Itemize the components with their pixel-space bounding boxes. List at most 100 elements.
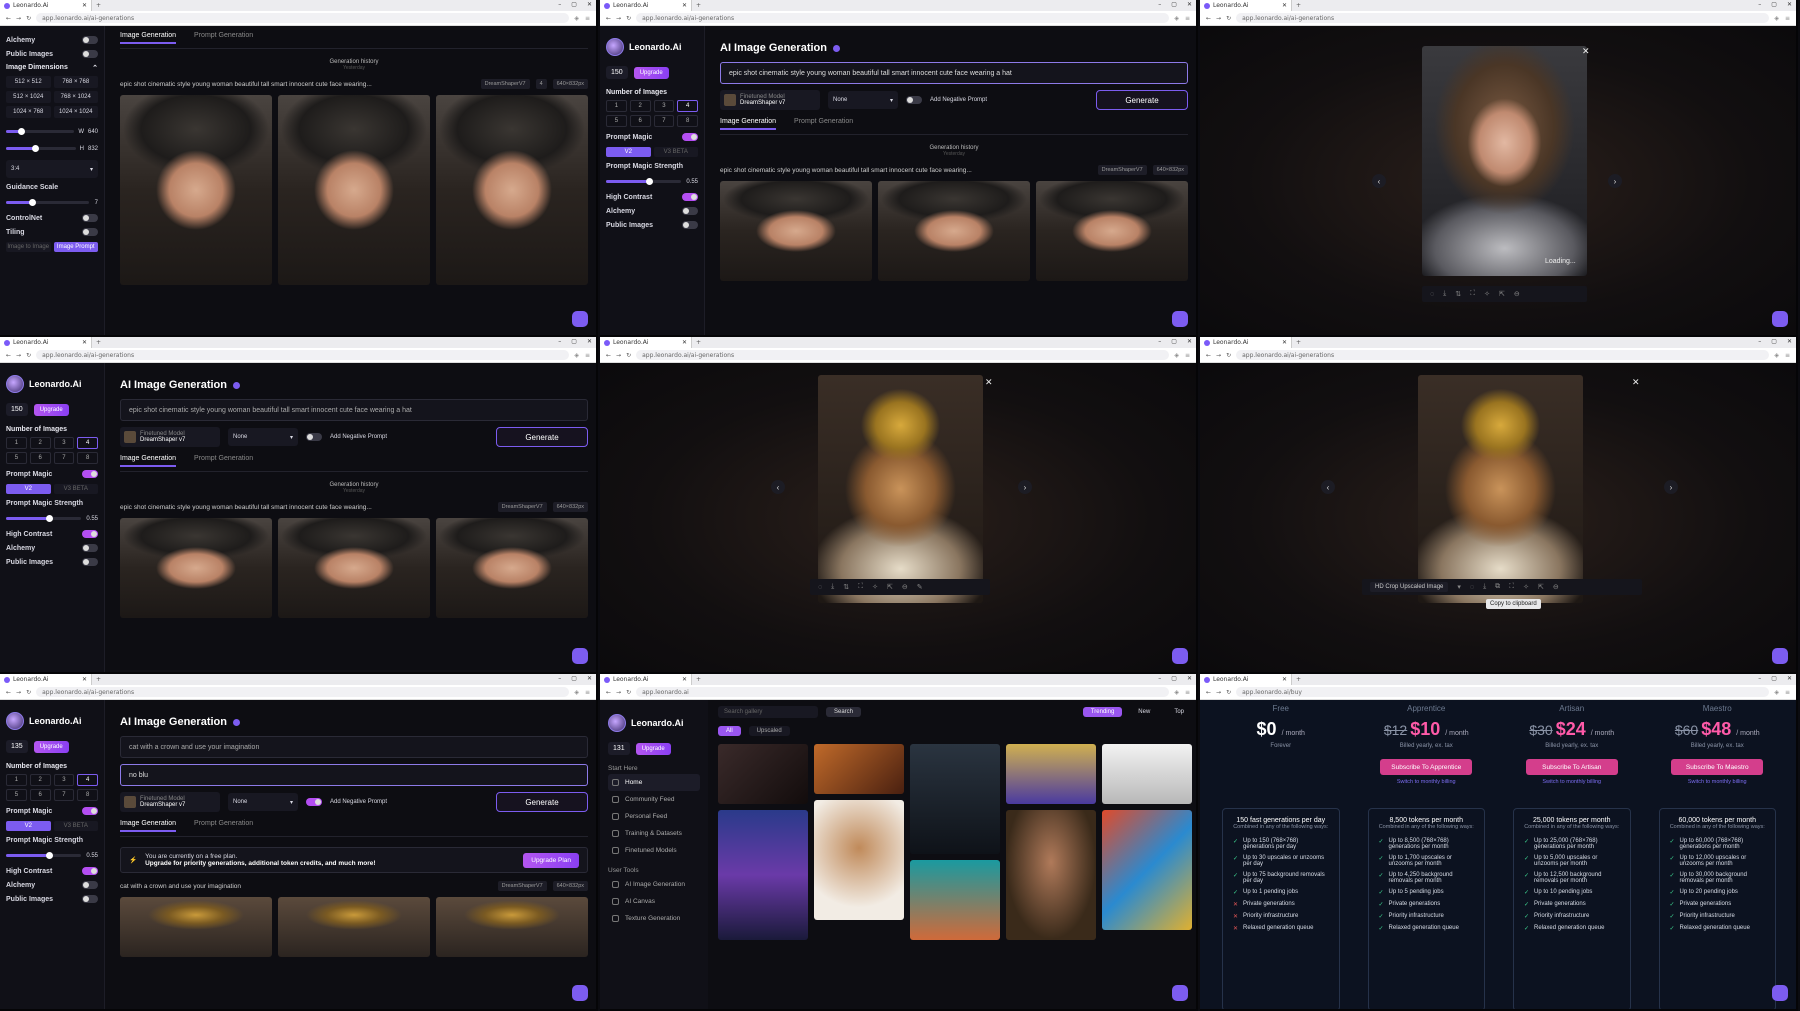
tab-prompt-generation[interactable]: Prompt Generation <box>194 32 253 44</box>
reload-icon[interactable]: ↻ <box>26 15 31 22</box>
num-option[interactable]: 5 <box>606 115 627 127</box>
extension-icon[interactable]: ◈ <box>574 15 579 22</box>
tab-prompt-generation[interactable]: Prompt Generation <box>794 118 853 130</box>
width-value[interactable]: 640 <box>88 129 98 135</box>
dim-option[interactable]: 768 × 768 <box>53 76 98 88</box>
generated-image[interactable] <box>278 518 430 618</box>
next-arrow-icon[interactable]: › <box>1664 480 1678 494</box>
maximize-icon[interactable]: ▢ <box>1771 1 1777 8</box>
next-arrow-icon[interactable]: › <box>1608 174 1622 188</box>
num-option[interactable]: 1 <box>6 774 27 786</box>
public-images-toggle[interactable] <box>82 558 98 566</box>
menu-icon[interactable]: ≡ <box>1185 689 1190 696</box>
url-field[interactable]: app.leonardo.ai/ai-generations <box>1236 13 1770 23</box>
public-images-toggle[interactable] <box>82 50 98 58</box>
minimize-icon[interactable]: – <box>1158 338 1161 345</box>
num-option[interactable]: 8 <box>77 452 98 464</box>
switch-billing-link[interactable]: Switch to monthly billing <box>1505 779 1639 785</box>
download-icon[interactable]: ⤓ <box>1483 583 1486 591</box>
menu-icon[interactable]: ≡ <box>585 15 590 22</box>
browser-tab[interactable]: Leonardo.Ai ✕ <box>1200 0 1292 11</box>
minimize-icon[interactable]: – <box>1758 338 1761 345</box>
preset-select[interactable]: None ▾ <box>828 91 898 109</box>
gallery-image[interactable] <box>718 810 808 940</box>
extension-icon[interactable]: ◈ <box>1174 352 1179 359</box>
model-selector[interactable]: Finetuned Model DreamShaper v7 <box>120 792 220 812</box>
previous-arrow-icon[interactable]: ‹ <box>1372 174 1386 188</box>
filter-all[interactable]: All <box>718 726 741 736</box>
maximize-icon[interactable]: ▢ <box>1171 1 1177 8</box>
magic-icon[interactable]: ✧ <box>1484 290 1490 298</box>
num-option[interactable]: 6 <box>29 452 51 464</box>
url-field[interactable]: app.leonardo.ai/ai-generations <box>636 13 1170 23</box>
reload-icon[interactable]: ↻ <box>1226 689 1231 696</box>
brand-logo[interactable]: Leonardo.Ai <box>608 714 700 732</box>
close-tab-icon[interactable]: ✕ <box>1282 676 1287 683</box>
gallery-image[interactable] <box>814 800 904 920</box>
unzoom-icon[interactable]: ⊖ <box>1514 290 1520 298</box>
tab-prompt-generation[interactable]: Prompt Generation <box>194 820 253 832</box>
alchemy-toggle[interactable] <box>82 881 98 889</box>
gallery-image[interactable] <box>814 744 904 794</box>
top-tab[interactable]: Top <box>1166 707 1192 717</box>
dim-option[interactable]: 768 × 1024 <box>53 91 98 103</box>
upgrade-button[interactable]: Upgrade <box>33 403 69 416</box>
back-icon[interactable]: ← <box>606 15 611 22</box>
close-icon[interactable]: ✕ <box>1632 377 1640 388</box>
close-tab-icon[interactable]: ✕ <box>1282 2 1287 9</box>
dim-option[interactable]: 1024 × 768 <box>6 106 51 118</box>
extension-icon[interactable]: ◈ <box>1774 15 1779 22</box>
download-icon[interactable]: ⤓ <box>1443 290 1446 298</box>
upscale-icon[interactable]: ⇱ <box>887 583 893 591</box>
num-option[interactable]: 1 <box>6 437 27 449</box>
tiling-toggle[interactable] <box>82 228 98 236</box>
upscale-icon[interactable]: ⇱ <box>1538 583 1544 591</box>
upgrade-button[interactable]: Upgrade <box>635 742 671 755</box>
height-slider[interactable] <box>6 145 76 152</box>
info-icon[interactable] <box>232 718 240 726</box>
close-icon[interactable]: ✕ <box>985 377 993 388</box>
menu-icon[interactable]: ≡ <box>1185 352 1190 359</box>
image-to-image-tab[interactable]: Image to Image <box>6 242 51 252</box>
upgrade-plan-button[interactable]: Upgrade Plan <box>523 852 579 868</box>
gallery-image[interactable] <box>1102 744 1192 804</box>
upgrade-button[interactable]: Upgrade <box>633 66 669 79</box>
remove-bg-icon[interactable]: ◌ <box>1470 584 1474 591</box>
prompt-input[interactable]: epic shot cinematic style young woman be… <box>720 62 1188 84</box>
url-field[interactable]: app.leonardo.ai/buy <box>1236 687 1770 697</box>
nav-ai-image-generation[interactable]: AI Image Generation <box>608 876 700 893</box>
menu-icon[interactable]: ≡ <box>585 352 590 359</box>
reload-icon[interactable]: ↻ <box>1226 352 1231 359</box>
subscribe-apprentice-button[interactable]: Subscribe To Apprentice <box>1380 759 1473 775</box>
forward-icon[interactable]: → <box>1216 15 1221 22</box>
public-images-toggle[interactable] <box>82 895 98 903</box>
new-tab-button[interactable]: + <box>92 2 105 9</box>
minimize-icon[interactable]: – <box>1158 675 1161 682</box>
brand-logo[interactable]: Leonardo.Ai <box>6 712 98 730</box>
previous-arrow-icon[interactable]: ‹ <box>1321 480 1335 494</box>
v2-option[interactable]: V2 <box>6 484 51 494</box>
unzoom-icon[interactable]: ⊖ <box>1553 583 1559 591</box>
close-window-icon[interactable]: ✕ <box>1787 338 1792 345</box>
unzoom-icon[interactable]: ⊖ <box>902 583 908 591</box>
chat-fab-icon[interactable] <box>1172 648 1188 664</box>
nav-community-feed[interactable]: Community Feed <box>608 791 700 808</box>
expand-icon[interactable]: ⛶ <box>858 583 863 591</box>
gallery-image[interactable] <box>1102 810 1192 930</box>
width-slider[interactable] <box>6 128 75 135</box>
new-tab-button[interactable]: + <box>1292 676 1305 683</box>
alchemy-toggle[interactable] <box>82 544 98 552</box>
extension-icon[interactable]: ◈ <box>574 689 579 696</box>
variation-icon[interactable]: ⇅ <box>843 583 849 591</box>
forward-icon[interactable]: → <box>616 689 621 696</box>
v3-option[interactable]: V3 BETA <box>53 484 98 494</box>
height-value[interactable]: 832 <box>88 146 98 152</box>
chat-fab-icon[interactable] <box>1772 648 1788 664</box>
num-option-selected[interactable]: 4 <box>77 437 98 449</box>
magic-icon[interactable]: ✧ <box>1523 583 1529 591</box>
num-option[interactable]: 6 <box>29 789 51 801</box>
gallery-search-input[interactable]: Search gallery <box>718 706 818 718</box>
negative-prompt-toggle[interactable] <box>306 433 322 441</box>
forward-icon[interactable]: → <box>616 352 621 359</box>
nav-home[interactable]: Home <box>608 774 700 791</box>
